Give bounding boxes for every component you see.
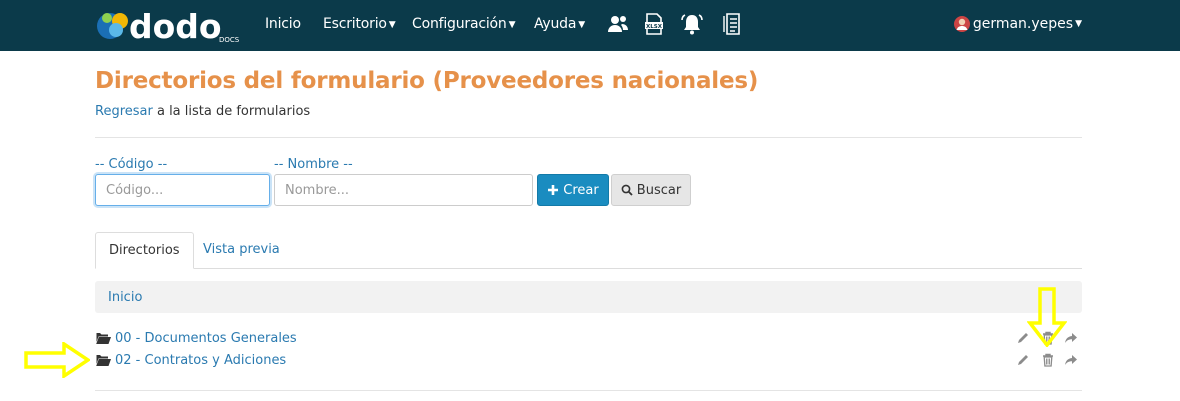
xlsx-icon[interactable]: XLSX <box>642 12 666 36</box>
nav-inicio[interactable]: Inicio <box>265 16 301 32</box>
divider <box>95 137 1082 138</box>
code-input[interactable] <box>95 174 270 206</box>
list-item: 02 - Contratos y Adiciones <box>95 351 1082 371</box>
nav-ayuda[interactable]: Ayuda ▼ <box>534 16 585 32</box>
folder-open-icon <box>95 333 111 344</box>
user-menu[interactable]: german.yepes ▼ <box>953 16 1082 32</box>
back-line: Regresar a la lista de formularios <box>95 104 310 119</box>
users-icon[interactable] <box>606 12 630 36</box>
top-navbar: dodo DOCS Inicio Escritorio ▼ Configuraci… <box>0 0 1180 51</box>
search-button[interactable]: Buscar <box>611 174 691 206</box>
trash-icon[interactable] <box>1040 352 1056 368</box>
right-arrow-annotation-icon <box>24 342 90 378</box>
code-filter-label: -- Código -- <box>95 157 168 172</box>
name-filter-label: -- Nombre -- <box>274 157 353 172</box>
directory-link[interactable]: 00 - Documentos Generales <box>115 331 297 346</box>
caret-down-icon: ▼ <box>1075 19 1082 29</box>
breadcrumb-inicio[interactable]: Inicio <box>108 290 142 305</box>
divider <box>95 390 1082 391</box>
nav-configuracion[interactable]: Configuración ▼ <box>412 16 515 32</box>
breadcrumb: Inicio <box>95 281 1082 313</box>
tab-directorios[interactable]: Directorios <box>95 232 194 269</box>
svg-text:XLSX: XLSX <box>646 24 663 30</box>
username: german.yepes <box>972 16 1074 32</box>
dodo-logo[interactable]: dodo DOCS <box>96 8 242 44</box>
name-input[interactable] <box>274 174 533 206</box>
user-avatar-icon <box>953 16 970 32</box>
page-title: Directorios del formulario (Proveedores … <box>95 68 759 94</box>
nav-escritorio[interactable]: Escritorio ▼ <box>323 16 396 32</box>
caret-down-icon: ▼ <box>388 20 396 30</box>
edit-icon[interactable] <box>1015 352 1031 368</box>
plus-icon <box>548 185 559 195</box>
create-button-label: Crear <box>563 182 599 198</box>
down-arrow-annotation-icon <box>1027 287 1067 347</box>
search-icon <box>621 184 633 196</box>
list-item: 00 - Documentos Generales <box>95 329 1082 349</box>
folder-open-icon <box>95 355 111 366</box>
caret-down-icon: ▼ <box>508 20 516 30</box>
share-icon[interactable] <box>1063 352 1079 368</box>
brand-text: dodo <box>129 8 222 44</box>
create-button[interactable]: Crear <box>537 174 609 206</box>
tab-vista-previa[interactable]: Vista previa <box>190 232 293 269</box>
caret-down-icon: ▼ <box>578 20 585 30</box>
document-list-icon[interactable] <box>721 12 745 36</box>
back-link[interactable]: Regresar <box>95 104 153 119</box>
back-text: a la lista de formularios <box>152 104 311 119</box>
brand-subtext: DOCS <box>219 36 240 44</box>
directory-link[interactable]: 02 - Contratos y Adiciones <box>115 353 286 368</box>
search-button-label: Buscar <box>636 182 682 198</box>
bell-icon[interactable] <box>680 12 704 36</box>
